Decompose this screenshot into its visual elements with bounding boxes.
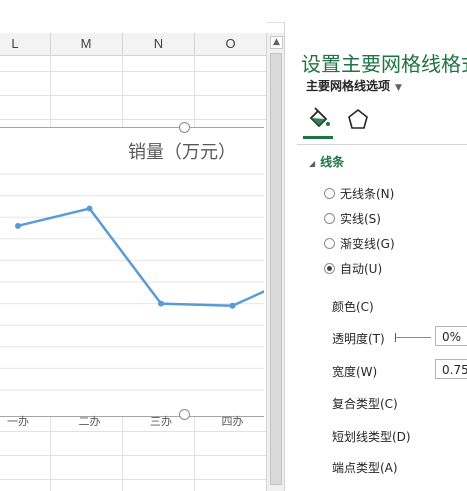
x-axis-tick-label[interactable]: 三办 — [150, 413, 172, 429]
x-axis-tick-label[interactable]: 四办 — [222, 413, 244, 429]
spreadsheet-area[interactable]: L M N O 销量（万元） 一办 二办 三办 四办 — [0, 22, 266, 491]
radio-no-line[interactable]: 无线条(N) — [324, 185, 394, 202]
transparency-input[interactable]: 0% — [435, 326, 467, 346]
column-header-m[interactable]: M — [50, 33, 123, 55]
scroll-up-arrow-icon[interactable]: ▲ — [270, 36, 283, 49]
chart-point[interactable] — [15, 222, 21, 229]
paint-bucket-icon[interactable] — [305, 106, 331, 132]
collapse-triangle-icon: ◢ — [309, 159, 316, 168]
transparency-label: 透明度(T) — [332, 332, 385, 346]
cap-type-label: 端点类型(A) — [332, 461, 398, 475]
radio-circle-icon — [324, 188, 335, 199]
compound-type-label: 复合类型(C) — [332, 397, 398, 411]
chart-point[interactable] — [86, 205, 93, 212]
dash-type-label: 短划线类型(D) — [332, 430, 411, 444]
vertical-scrollbar[interactable]: ▲ — [266, 33, 284, 491]
section-divider — [297, 144, 467, 145]
slider-knob[interactable] — [395, 333, 396, 342]
pentagon-icon[interactable] — [345, 106, 371, 132]
radio-selected-icon — [324, 263, 335, 274]
section-line[interactable]: ◢ 线条 — [309, 153, 344, 170]
radio-circle-icon — [324, 213, 335, 224]
width-label: 宽度(W) — [332, 365, 378, 379]
transparency-slider[interactable] — [395, 333, 431, 342]
column-header-l[interactable]: L — [0, 33, 51, 55]
column-header-bar: L M N O — [0, 33, 266, 56]
x-axis-tick-label[interactable]: 二办 — [79, 413, 101, 429]
radio-gradient-line[interactable]: 渐变线(G) — [324, 235, 395, 252]
chart-series-line[interactable] — [17, 207, 264, 308]
radio-circle-icon — [324, 238, 335, 249]
chevron-down-icon: ▼ — [395, 83, 402, 93]
chart-point[interactable] — [158, 300, 164, 307]
column-header-o[interactable]: O — [195, 33, 266, 55]
radio-solid-line[interactable]: 实线(S) — [324, 210, 381, 227]
chart-plot[interactable] — [0, 128, 264, 416]
chart-resize-handle-bottom[interactable] — [179, 409, 190, 420]
format-pane: 设置主要网格线格式 主要网格线选项 ▼ ◢ 线条 无线条(N) 实线(S) 渐变线(… — [284, 22, 467, 491]
active-tab-indicator — [303, 136, 333, 139]
color-label: 颜色(C) — [332, 300, 374, 314]
pane-title: 设置主要网格线格式 — [301, 52, 467, 76]
scrollbar-thumb[interactable] — [270, 53, 282, 485]
radio-automatic[interactable]: 自动(U) — [324, 260, 382, 277]
top-strip — [0, 0, 467, 23]
chart-point[interactable] — [229, 302, 236, 309]
x-axis-tick-label[interactable]: 一办 — [7, 413, 29, 429]
width-input[interactable]: 0.75 — [435, 359, 467, 379]
column-header-n[interactable]: N — [123, 33, 195, 55]
chart-resize-handle-top[interactable] — [179, 122, 190, 133]
options-dropdown[interactable]: 主要网格线选项 ▼ — [306, 77, 402, 94]
chart-area[interactable]: 销量（万元） 一办 二办 三办 四办 — [0, 127, 264, 428]
